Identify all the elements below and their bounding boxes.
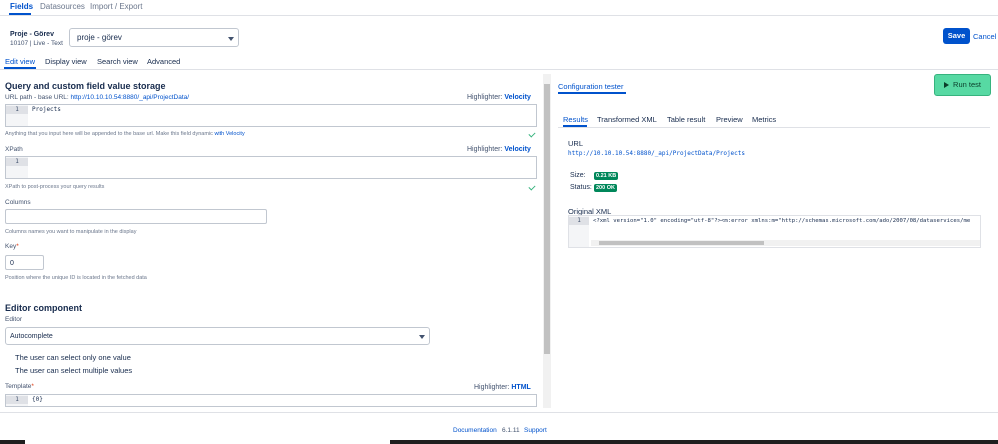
editor-section-title: Editor component [5,303,82,313]
check-icon [528,130,536,138]
original-xml-text: <?xml version="1.0" encoding="utf-8"?><m… [593,218,971,224]
template-highlighter: Highlighter: HTML [474,384,531,391]
columns-input[interactable] [5,209,267,224]
key-label-text: Key [5,243,17,250]
url-hint: Anything that you input here will be app… [5,131,245,137]
code-gutter: 1 [6,105,28,126]
editor-select-value: Autocomplete [10,333,53,340]
tab-fields[interactable]: Fields [10,2,33,11]
size-badge: 0.21 KB [594,172,619,180]
chevron-down-icon [419,335,425,339]
url-highlighter: Highlighter: Velocity [467,94,531,101]
url-label-text: URL path - base URL: [5,94,69,101]
scrollbar-thumb[interactable] [599,241,764,245]
line-number: 1 [6,106,28,114]
tab-datasources[interactable]: Datasources [40,2,85,11]
query-section-title: Query and custom field value storage [5,81,166,91]
run-test-label: Run test [953,80,981,89]
status-badge: 200 OK [594,184,617,192]
result-tabs-divider [558,127,990,128]
result-url-label: URL [568,139,584,148]
code-gutter: 1 [569,216,589,247]
option-multiple-values[interactable]: The user can select multiple values [15,366,132,375]
status-label: Status: [570,184,592,191]
line-number: 1 [6,396,28,404]
tab-results[interactable]: Results [563,115,588,124]
code-gutter: 1 [6,157,28,178]
chevron-down-icon [228,37,234,41]
tab-table-result[interactable]: Table result [667,115,705,124]
editor-label: Editor [5,316,22,323]
key-label: Key* [5,243,19,250]
version: 6.1.11 [502,427,520,434]
url-hint-text: Anything that you input here will be app… [5,131,213,137]
result-url[interactable]: http://10.10.10.54:8880/_api/ProjectData… [568,150,745,157]
footer: Documentation 6.1.11 Support [0,412,998,440]
play-icon [944,82,950,88]
field-name: Proje - Görev [10,31,54,38]
tab-search-view[interactable]: Search view [97,57,138,66]
taskbar [0,440,998,444]
run-test-button[interactable]: Run test [934,74,991,96]
required-marker: * [31,383,34,390]
xpath-code-editor[interactable]: 1 [5,156,537,179]
tab-metrics[interactable]: Metrics [752,115,776,124]
columns-hint: Columns names you want to manipulate in … [5,229,137,235]
field-select[interactable]: proje - görev [69,28,239,47]
template-label: Template* [5,383,34,390]
tab-import-export[interactable]: Import / Export [90,2,142,11]
taskbar-segment [25,440,390,444]
xml-horizontal-scrollbar[interactable] [591,240,980,246]
template-code-text: {0} [32,396,43,403]
subtab-divider [0,69,998,70]
scrollbar-thumb[interactable] [544,84,550,354]
url-code-text: Projects [32,106,61,113]
highlighter-value[interactable]: HTML [511,384,530,391]
left-panel-scrollbar[interactable] [543,74,551,408]
size-label: Size: [570,172,586,179]
highlighter-value[interactable]: Velocity [504,146,530,153]
editor-select[interactable]: Autocomplete [5,327,430,345]
option-single-value[interactable]: The user can select only one value [15,353,131,362]
url-label: URL path - base URL: http://10.10.10.54:… [5,94,189,101]
top-navigation: Fields Datasources Import / Export [0,0,998,16]
key-hint: Position where the unique ID is located … [5,275,147,281]
key-input[interactable]: 0 [5,255,44,270]
xpath-label: XPath [5,146,23,153]
tab-advanced[interactable]: Advanced [147,57,180,66]
tab-display-view[interactable]: Display view [45,57,87,66]
highlighter-label: Highlighter: [474,384,510,391]
template-code-editor[interactable]: 1 {0} [5,394,537,407]
tab-configuration-tester[interactable]: Configuration tester [558,82,623,91]
key-value: 0 [10,260,14,267]
line-number: 1 [6,158,28,166]
tab-preview[interactable]: Preview [716,115,743,124]
save-button[interactable]: Save [943,28,970,44]
velocity-link[interactable]: with Velocity [214,131,244,137]
xpath-hint: XPath to post-process your query results [5,184,105,190]
highlighter-label: Highlighter: [467,146,503,153]
cancel-button[interactable]: Cancel [973,32,996,41]
columns-label: Columns [5,199,31,206]
line-number: 1 [569,217,589,225]
check-icon [528,183,536,191]
xpath-highlighter: Highlighter: Velocity [467,146,531,153]
tab-edit-view[interactable]: Edit view [5,57,35,66]
active-tab-underline [9,13,31,15]
base-url-link[interactable]: http://10.10.10.54:8880/_api/ProjectData… [71,94,190,101]
highlighter-label: Highlighter: [467,94,503,101]
url-code-editor[interactable]: 1 Projects [5,104,537,127]
field-meta: 10107 | Live - Text [10,40,63,47]
field-select-value: proje - görev [77,33,122,42]
code-gutter: 1 [6,395,28,406]
template-label-text: Template [5,383,32,390]
tester-tab-underline [558,92,626,94]
original-xml-viewer[interactable]: 1 <?xml version="1.0" encoding="utf-8"?>… [568,215,981,248]
highlighter-value[interactable]: Velocity [504,94,530,101]
tab-transformed-xml[interactable]: Transformed XML [597,115,657,124]
required-marker: * [16,243,19,250]
support-link[interactable]: Support [524,427,547,434]
documentation-link[interactable]: Documentation [453,427,497,434]
